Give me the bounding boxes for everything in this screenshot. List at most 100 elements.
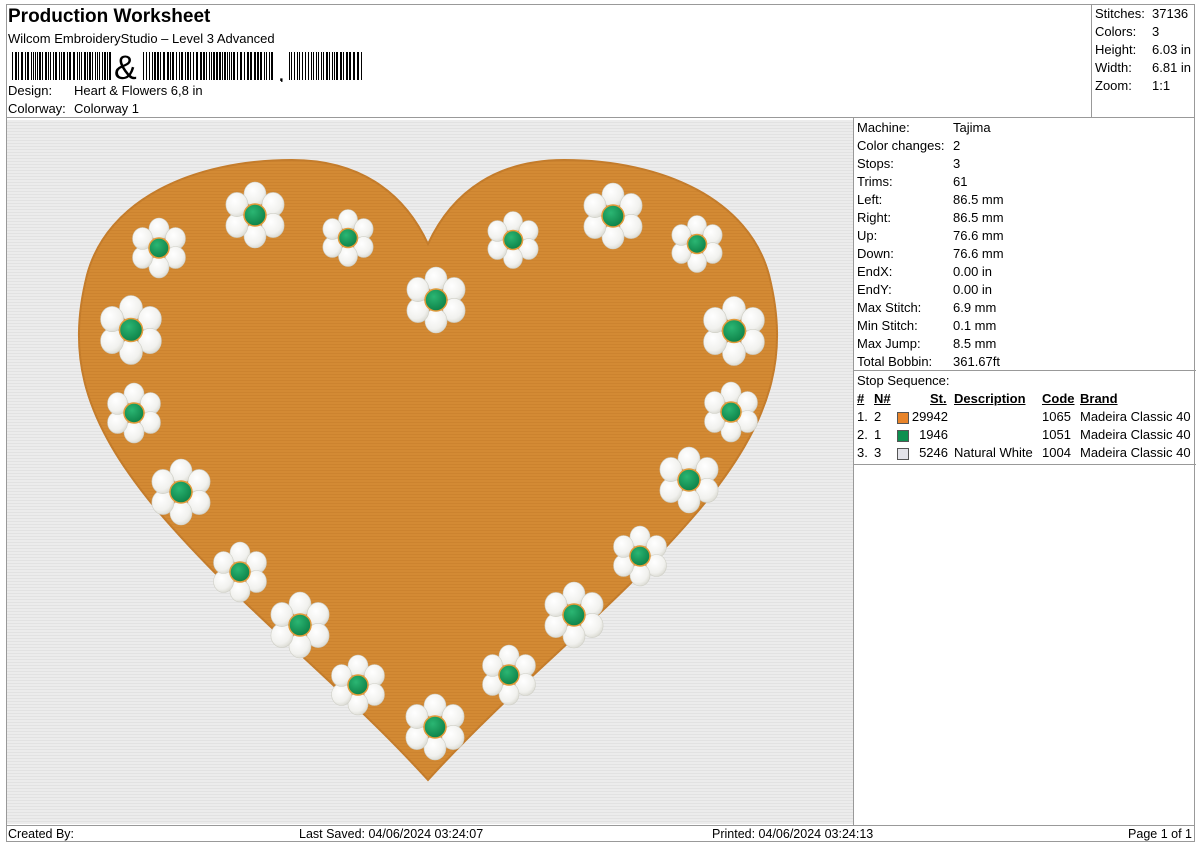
info-value: 61 xyxy=(953,174,968,189)
machine-info-row: Max Stitch: 6.9 mm xyxy=(857,300,996,315)
flower-center xyxy=(123,402,145,424)
stat-row: Width: 6.81 in xyxy=(1095,60,1191,75)
design-value: Heart & Flowers 6,8 in xyxy=(74,83,203,98)
row-stitches: 29942 xyxy=(911,409,948,424)
info-label: Stops: xyxy=(857,156,894,171)
embroidery-preview-svg xyxy=(7,120,853,824)
info-label: Down: xyxy=(857,246,894,261)
machine-info-row: Right: 86.5 mm xyxy=(857,210,1004,225)
machine-info-row: Trims: 61 xyxy=(857,174,967,189)
barcode-ampersand: & xyxy=(114,50,137,82)
info-label: Trims: xyxy=(857,174,893,189)
stat-label: Colors: xyxy=(1095,24,1137,39)
info-label: Max Stitch: xyxy=(857,300,922,315)
info-value: 0.00 in xyxy=(953,282,993,297)
info-value: 361.67ft xyxy=(953,354,1000,369)
flower-center xyxy=(498,664,520,686)
row-stitches: 5246 xyxy=(919,445,948,460)
worksheet-footer: Created By: Last Saved: 04/06/2024 03:24… xyxy=(6,825,1195,843)
flower-center xyxy=(629,545,651,567)
flower-center xyxy=(169,480,193,504)
info-label: EndX: xyxy=(857,264,893,279)
printed-date: Printed: 04/06/2024 03:24:13 xyxy=(712,827,874,841)
flower-center xyxy=(243,203,267,227)
machine-info-row: Max Jump: 8.5 mm xyxy=(857,336,996,351)
machine-info-panel: Machine: Tajima Color changes: 2 Stops: 3 Trim… xyxy=(853,118,1196,825)
design-preview xyxy=(7,120,853,824)
flower-center xyxy=(424,288,448,312)
flower-center xyxy=(721,318,747,344)
created-by: Created By: xyxy=(8,827,75,841)
info-value: 2 xyxy=(953,138,961,153)
stop-sequence-caption: Stop Sequence: xyxy=(857,373,950,388)
col-header-brand: Brand xyxy=(1080,391,1118,406)
flower-center xyxy=(601,204,625,228)
row-stitches: 1946 xyxy=(919,427,948,442)
row-code: 1065 xyxy=(1042,409,1071,424)
table-row: 2. 1 1946 1051 Madeira Classic 40 xyxy=(854,427,1196,445)
col-header-stitches: St. xyxy=(930,391,947,406)
flower-center xyxy=(720,401,742,423)
col-header-index: # xyxy=(857,391,865,406)
design-barcode: & , xyxy=(12,50,362,82)
row-description: Natural White xyxy=(954,445,1033,460)
stat-row: Stitches: 37136 xyxy=(1095,6,1188,21)
info-label: Up: xyxy=(857,228,878,243)
flower-center xyxy=(423,715,447,739)
flower-center xyxy=(229,561,251,583)
stat-value: 3 xyxy=(1152,24,1160,39)
row-brand: Madeira Classic 40 xyxy=(1080,409,1191,424)
machine-info-row: Min Stitch: 0.1 mm xyxy=(857,318,996,333)
info-label: EndY: xyxy=(857,282,892,297)
flower-center xyxy=(347,674,369,696)
row-index: 3. xyxy=(857,445,868,460)
row-needle: 1 xyxy=(874,427,882,442)
info-label: Max Jump: xyxy=(857,336,921,351)
machine-info-row: Left: 86.5 mm xyxy=(857,192,1004,207)
barcode-comma: , xyxy=(278,60,285,82)
info-value: 86.5 mm xyxy=(953,210,1004,225)
worksheet-header: Production Worksheet Wilcom EmbroiderySt… xyxy=(6,4,1092,118)
stat-value: 37136 xyxy=(1152,6,1189,21)
stat-value: 6.03 in xyxy=(1152,42,1192,57)
row-index: 1. xyxy=(857,409,868,424)
info-value: 6.9 mm xyxy=(953,300,997,315)
info-label: Machine: xyxy=(857,120,910,135)
color-swatch xyxy=(897,412,909,424)
stat-label: Height: xyxy=(1095,42,1137,57)
row-index: 2. xyxy=(857,427,868,442)
page-title: Production Worksheet xyxy=(8,6,211,27)
stat-label: Stitches: xyxy=(1095,6,1145,21)
last-saved: Last Saved: 04/06/2024 03:24:07 xyxy=(299,827,484,841)
row-needle: 2 xyxy=(874,409,882,424)
info-label: Left: xyxy=(857,192,883,207)
machine-info-row: Machine: Tajima xyxy=(857,120,991,135)
machine-info-row: Up: 76.6 mm xyxy=(857,228,1004,243)
info-label: Right: xyxy=(857,210,891,225)
flower-center xyxy=(677,468,701,492)
row-code: 1004 xyxy=(1042,445,1071,460)
info-value: 0.1 mm xyxy=(953,318,997,333)
stat-label: Width: xyxy=(1095,60,1132,75)
colorway-row: Colorway: Colorway 1 xyxy=(8,101,139,116)
info-label: Color changes: xyxy=(857,138,945,153)
col-header-code: Code xyxy=(1042,391,1075,406)
table-row: 1. 2 29942 1065 Madeira Classic 40 xyxy=(854,409,1196,427)
flower-center xyxy=(562,603,586,627)
info-value: 86.5 mm xyxy=(953,192,1004,207)
machine-info-row: Down: 76.6 mm xyxy=(857,246,1004,261)
row-needle: 3 xyxy=(874,445,882,460)
color-swatch xyxy=(897,448,909,460)
stats-panel: Stitches: 37136 Colors: 3 Height: 6.03 in W… xyxy=(1091,4,1196,118)
info-value: 76.6 mm xyxy=(953,246,1004,261)
flower-center xyxy=(148,237,170,259)
stat-value: 1:1 xyxy=(1152,78,1171,93)
design-row: Design: Heart & Flowers 6,8 in xyxy=(8,83,203,98)
colorway-value: Colorway 1 xyxy=(74,101,140,116)
row-code: 1051 xyxy=(1042,427,1071,442)
flower-center xyxy=(337,227,359,249)
col-header-n: N# xyxy=(874,391,891,406)
stop-sequence-table: Stop Sequence: # N# St. Description Code… xyxy=(854,370,1196,465)
flower-center xyxy=(502,229,524,251)
info-label: Min Stitch: xyxy=(857,318,918,333)
